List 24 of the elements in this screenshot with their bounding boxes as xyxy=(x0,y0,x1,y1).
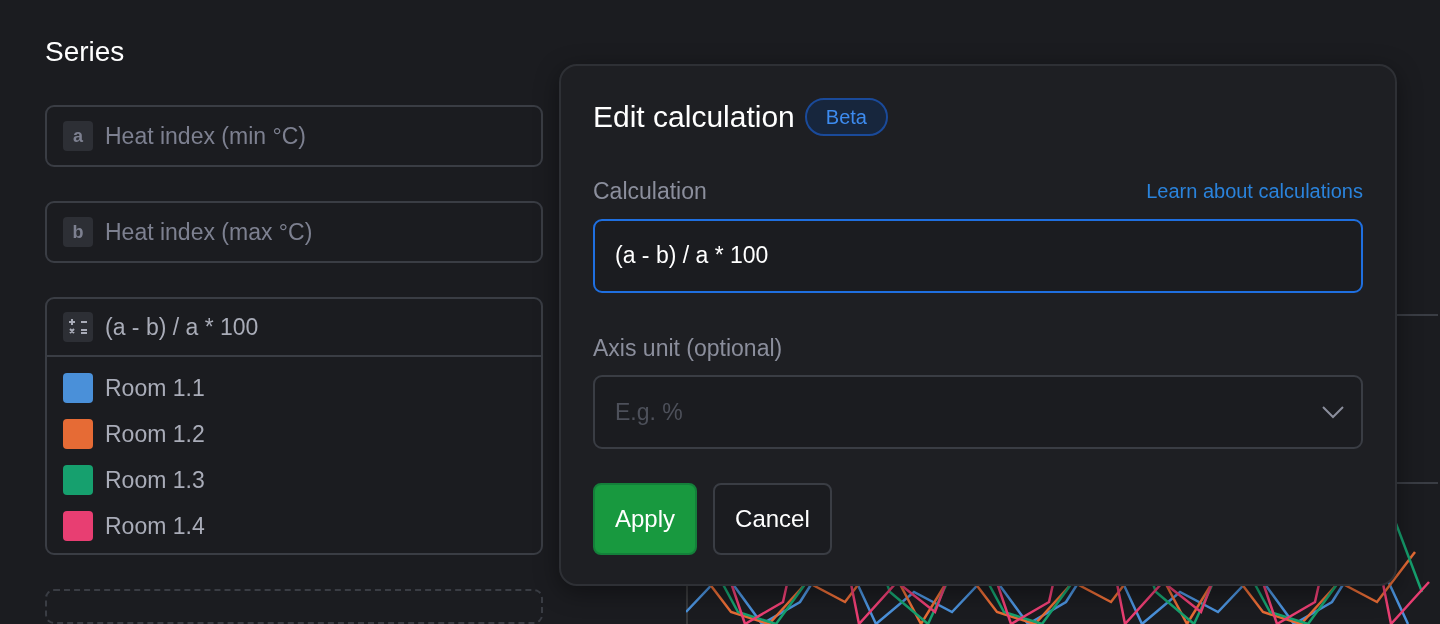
help-link[interactable]: Learn about calculations xyxy=(1146,176,1363,207)
legend-label: Room 1.4 xyxy=(105,512,205,541)
series-field[interactable]: b Heat index (max °C) xyxy=(45,201,543,263)
series-label: Heat index (max °C) xyxy=(105,217,313,247)
field-label: Calculation xyxy=(593,177,707,206)
beta-badge: Beta xyxy=(804,98,888,136)
cancel-button[interactable]: Cancel xyxy=(713,483,832,555)
popover-title: Edit calculation xyxy=(593,99,795,135)
variable-letter-tag: b xyxy=(63,217,93,247)
unit-select[interactable]: E.g. % xyxy=(593,375,1363,449)
field-label: Axis unit (optional) xyxy=(593,333,783,363)
series-label: (a - b) / a * 100 xyxy=(105,312,259,342)
series-label: Heat index (min °C) xyxy=(105,121,306,151)
panel-title: Series xyxy=(45,35,126,69)
variable-letter-tag: a xyxy=(63,121,93,151)
calculation-input[interactable]: (a - b) / a * 100 xyxy=(593,218,1363,293)
legend-label: Room 1.3 xyxy=(105,466,205,495)
legend-label: Room 1.1 xyxy=(105,374,205,403)
calculator-icon xyxy=(63,312,93,342)
chevron-down-icon xyxy=(1321,405,1345,419)
apply-button[interactable]: Apply xyxy=(593,483,698,555)
legend-label: Room 1.2 xyxy=(105,420,205,449)
series-field[interactable]: a Heat index (min °C) xyxy=(45,105,543,167)
add-series-area[interactable] xyxy=(45,589,543,624)
